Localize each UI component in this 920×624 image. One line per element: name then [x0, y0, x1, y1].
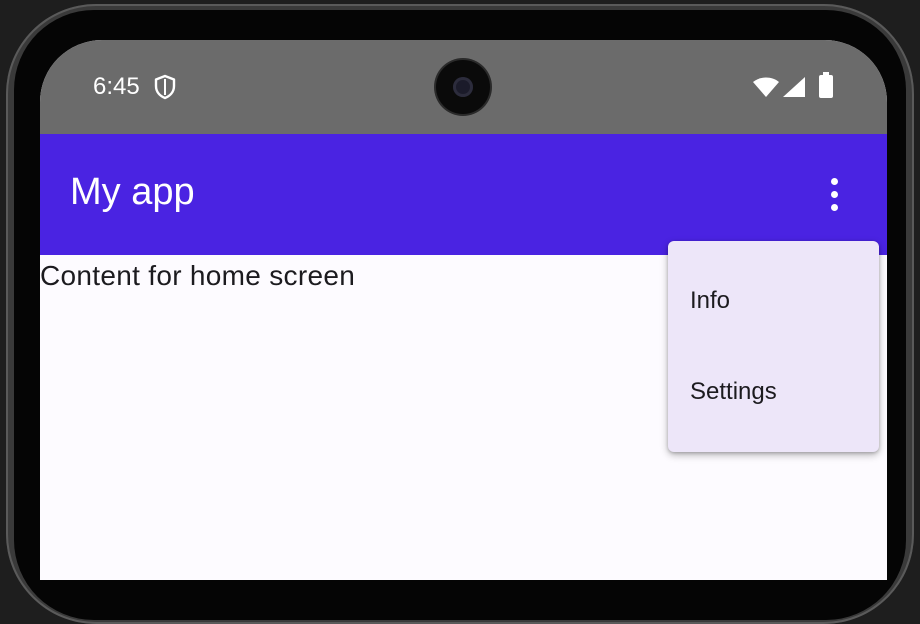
status-time: 6:45: [93, 73, 140, 100]
menu-dot: [830, 177, 838, 185]
overflow-dropdown-menu: Info Settings: [668, 241, 879, 452]
phone-screen: 6:45 My app Content for home screen Info…: [40, 40, 887, 580]
shield-icon: [154, 74, 176, 100]
menu-item-settings[interactable]: Settings: [668, 360, 879, 424]
menu-dot: [830, 203, 838, 211]
battery-icon: [819, 72, 833, 98]
app-title: My app: [70, 171, 195, 213]
menu-item-info[interactable]: Info: [668, 269, 879, 333]
top-app-bar: My app: [40, 134, 887, 255]
status-bar: 6:45: [40, 40, 887, 134]
signal-icon: [783, 77, 805, 97]
menu-dot: [830, 190, 838, 198]
home-content-text: Content for home screen: [40, 260, 356, 291]
more-vert-icon[interactable]: [812, 166, 856, 222]
wifi-icon: [753, 77, 779, 97]
camera-cutout: [436, 60, 490, 114]
